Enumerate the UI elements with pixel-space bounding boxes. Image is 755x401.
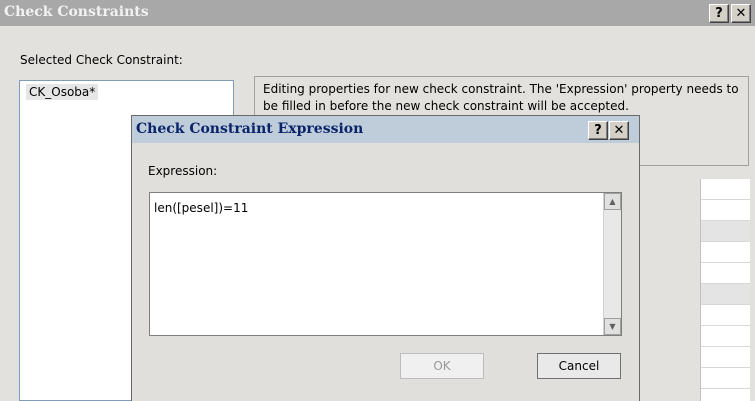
expression-title-bar[interactable]: Check Constraint Expression ? ✕ [132,116,639,143]
outer-help-button[interactable]: ? [709,4,729,23]
expression-close-button[interactable]: ✕ [609,121,629,140]
ok-button[interactable]: OK [400,353,484,379]
outer-title-bar[interactable]: Check Constraints ? ✕ [0,0,755,26]
scroll-up-icon[interactable]: ▲ [604,193,621,210]
expression-textarea[interactable]: len([pesel])=11 ▲ ▼ [149,192,622,336]
property-grid[interactable] [700,179,750,401]
expression-scrollbar[interactable]: ▲ ▼ [603,193,621,335]
selected-constraint-label: Selected Check Constraint: [20,53,183,67]
constraint-list-item[interactable]: CK_Osoba* [26,84,99,100]
expression-dialog-title: Check Constraint Expression [136,121,364,137]
info-text: Editing properties for new check constra… [263,82,739,113]
expression-help-button[interactable]: ? [588,121,608,140]
outer-close-button[interactable]: ✕ [731,4,751,23]
expression-dialog: Check Constraint Expression ? ✕ Expressi… [131,115,640,401]
expression-label: Expression: [148,164,218,178]
expression-value: len([pesel])=11 [154,201,249,215]
cancel-button[interactable]: Cancel [537,353,621,379]
scroll-down-icon[interactable]: ▼ [604,318,621,335]
outer-dialog-title: Check Constraints [4,4,149,20]
